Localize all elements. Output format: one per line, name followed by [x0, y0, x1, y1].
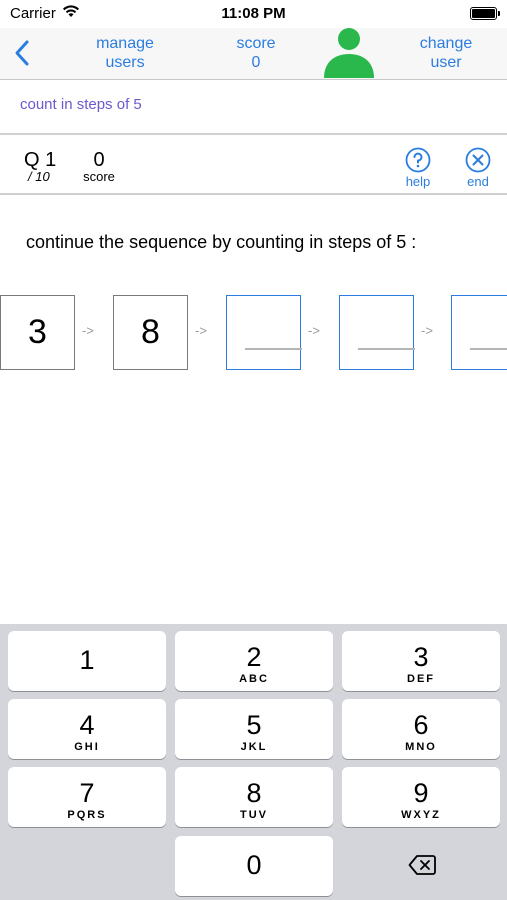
key-2[interactable]: 2 ABC	[175, 631, 333, 691]
nav-score-value: 0	[251, 54, 261, 71]
sequence-arrow: ->	[421, 323, 433, 338]
help-label: help	[405, 174, 431, 189]
sequence-box-given: 3	[0, 295, 75, 370]
backspace-icon	[408, 855, 436, 875]
battery-icon	[470, 7, 500, 20]
score-label: score	[83, 169, 115, 184]
question-prompt: continue the sequence by counting in ste…	[26, 232, 417, 252]
key-8[interactable]: 8 TUV	[175, 767, 333, 827]
topic-bar: count in steps of 5	[0, 80, 507, 135]
key-5[interactable]: 5 JKL	[175, 699, 333, 759]
end-button[interactable]: end	[458, 147, 498, 189]
help-button[interactable]: help	[398, 147, 438, 189]
sequence-answer-input[interactable]	[226, 295, 302, 370]
question-info-bar: Q 1 / 10 0 score help end	[0, 135, 507, 195]
nav-score-label: score	[236, 35, 276, 52]
key-6[interactable]: 6 MNO	[342, 699, 500, 759]
user-avatar-icon[interactable]	[322, 28, 376, 78]
key-4[interactable]: 4 GHI	[8, 699, 166, 759]
status-bar: Carrier 11:08 PM	[0, 0, 507, 28]
nav-bar: manage users score 0 change user	[0, 28, 507, 80]
sequence-box-given: 8	[113, 295, 188, 370]
nav-score[interactable]: score 0	[222, 34, 290, 72]
sequence-arrow: ->	[82, 323, 94, 338]
help-icon	[405, 147, 431, 173]
end-label: end	[467, 174, 489, 189]
delete-key[interactable]	[342, 836, 500, 896]
sequence-answer-input[interactable]	[451, 295, 507, 370]
topic-title: count in steps of 5	[20, 96, 142, 113]
key-0[interactable]: 0	[175, 836, 333, 896]
back-chevron-icon[interactable]	[12, 38, 34, 68]
numeric-keypad: 1 2 ABC 3 DEF 4 GHI 5 JKL 6 MNO 7 PQRS 8 TUV 9W…	[0, 624, 507, 900]
change-user-button[interactable]: change user	[400, 34, 492, 72]
key-9[interactable]: 9 WXYZ	[342, 767, 500, 827]
clock: 11:08 PM	[221, 5, 286, 22]
manage-users-button[interactable]: manage users	[82, 34, 168, 72]
sequence-arrow: ->	[195, 323, 207, 338]
close-circle-icon	[465, 147, 491, 173]
question-total: / 10	[28, 169, 50, 184]
sequence-answer-input[interactable]	[339, 295, 415, 370]
key-1[interactable]: 1	[8, 631, 166, 691]
key-3[interactable]: 3 DEF	[342, 631, 500, 691]
key-7[interactable]: 7 PQRS	[8, 767, 166, 827]
sequence-arrow: ->	[308, 323, 320, 338]
